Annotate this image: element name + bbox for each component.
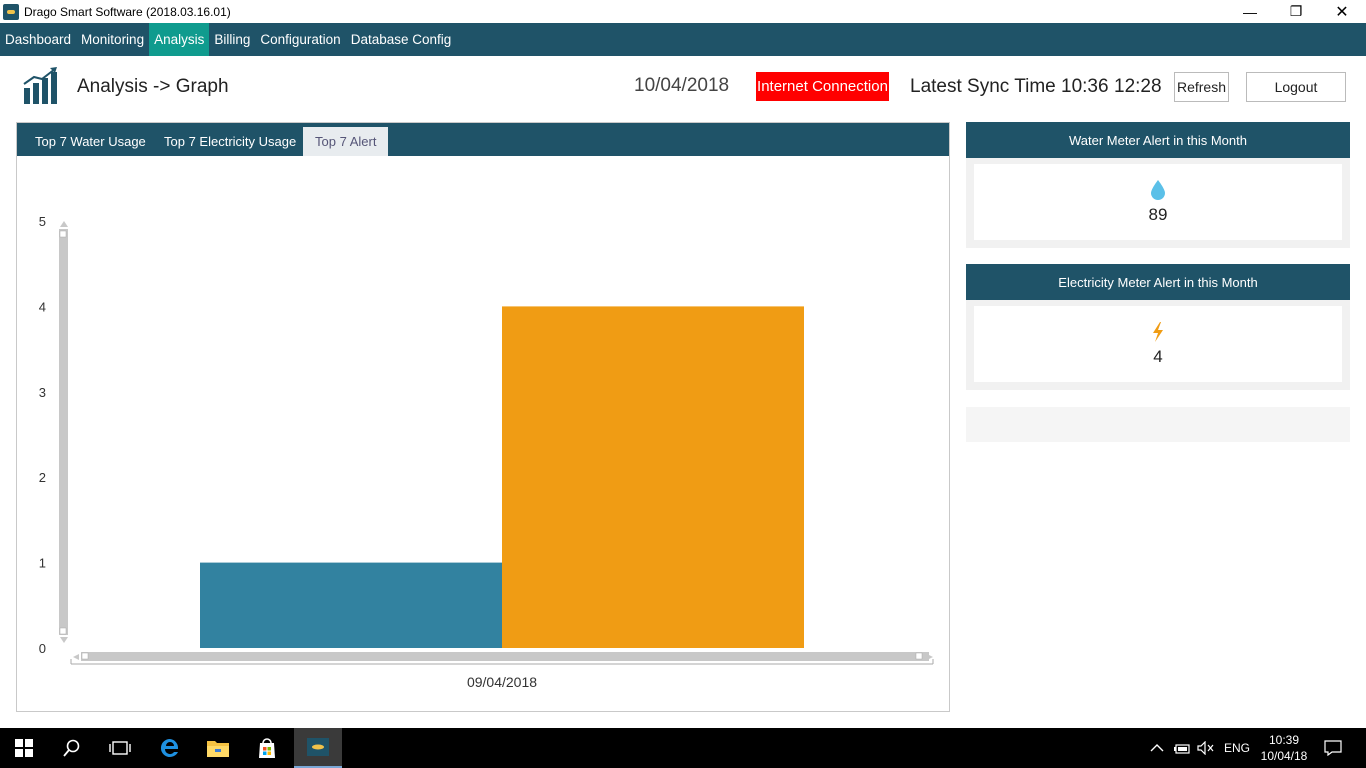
page-title: Analysis -> Graph [77, 76, 229, 97]
search-icon[interactable] [48, 728, 96, 768]
logout-button[interactable]: Logout [1246, 72, 1346, 102]
bar-series-2[interactable] [502, 306, 804, 648]
menu-item-dashboard[interactable]: Dashboard [0, 23, 76, 56]
vertical-scrollbar[interactable] [59, 221, 68, 643]
water-alert-card: 89 [966, 158, 1350, 248]
tab-top-7-electricity-usage[interactable]: Top 7 Electricity Usage [152, 127, 308, 156]
y-tick-label: 1 [39, 556, 46, 571]
page-header: Analysis -> Graph 10/04/2018 Internet Co… [0, 56, 1366, 118]
taskbar-time: 10:39 [1268, 733, 1300, 747]
minimize-button[interactable]: — [1227, 0, 1273, 23]
x-tick-label: 09/04/2018 [467, 674, 537, 690]
graph-panel: Top 7 Water Usage Top 7 Electricity Usag… [16, 122, 950, 712]
chart-logo-icon [23, 67, 57, 104]
language-indicator[interactable]: ENG [1224, 728, 1250, 768]
task-view-icon[interactable] [96, 728, 144, 768]
electricity-alert-card-title: Electricity Meter Alert in this Month [966, 264, 1350, 300]
menu-item-configuration[interactable]: Configuration [255, 23, 345, 56]
menu-bar: Dashboard Monitoring Analysis Billing Co… [0, 23, 1366, 56]
refresh-button[interactable]: Refresh [1174, 72, 1229, 102]
y-axis-ticks: 0 1 2 3 4 5 [39, 214, 46, 656]
bar-series-1[interactable] [200, 562, 502, 648]
battery-network-icon[interactable] [1173, 728, 1191, 768]
y-tick-label: 0 [39, 641, 46, 656]
tab-top-7-water-usage[interactable]: Top 7 Water Usage [23, 127, 158, 156]
horizontal-scrollbar[interactable] [73, 652, 933, 661]
alert-bar-chart: 0 1 2 3 4 5 09/04/2018 [39, 214, 934, 690]
close-button[interactable]: ✕ [1319, 0, 1365, 23]
store-icon[interactable] [243, 728, 291, 768]
title-bar: Drago Smart Software (2018.03.16.01) — ❐… [0, 0, 1366, 23]
electricity-alert-card: 4 [966, 300, 1350, 390]
latest-sync-time: Latest Sync Time 10:36 [910, 76, 1109, 97]
restore-button[interactable]: ❐ [1273, 0, 1319, 23]
tab-top-7-alert[interactable]: Top 7 Alert [303, 127, 389, 156]
electricity-alert-count: 4 [1153, 347, 1163, 366]
water-alert-count: 89 [1148, 205, 1168, 224]
taskbar: ENG 10:39 10/04/18 [0, 728, 1366, 768]
y-tick-label: 4 [39, 299, 46, 314]
y-tick-label: 3 [39, 385, 46, 400]
menu-item-billing[interactable]: Billing [209, 23, 255, 56]
menu-item-monitoring[interactable]: Monitoring [76, 23, 149, 56]
water-drop-icon [1151, 180, 1165, 200]
tab-bar: Top 7 Water Usage Top 7 Electricity Usag… [17, 123, 949, 156]
show-hidden-icons-icon[interactable] [1150, 728, 1164, 768]
taskbar-date: 10/04/18 [1260, 749, 1308, 763]
window-title: Drago Smart Software (2018.03.16.01) [24, 4, 231, 19]
edge-browser-icon[interactable] [146, 728, 194, 768]
clock: 12:28 [1114, 76, 1162, 97]
drago-app-taskbar-icon[interactable] [294, 728, 342, 768]
y-tick-label: 5 [39, 214, 46, 229]
connection-status-badge: Internet Connection [756, 72, 889, 101]
y-tick-label: 2 [39, 470, 46, 485]
lightning-icon [1153, 322, 1163, 342]
water-alert-card-title: Water Meter Alert in this Month [966, 122, 1350, 158]
empty-card [966, 407, 1350, 442]
app-icon [3, 3, 19, 20]
menu-item-analysis[interactable]: Analysis [149, 23, 210, 56]
volume-muted-icon[interactable] [1197, 728, 1215, 768]
bars [200, 306, 804, 648]
taskbar-clock[interactable]: 10:39 10/04/18 [1254, 732, 1314, 764]
current-date: 10/04/2018 [634, 75, 730, 96]
file-explorer-icon[interactable] [194, 728, 242, 768]
x-axis-labels: 09/04/2018 [467, 674, 537, 690]
notifications-icon[interactable] [1324, 728, 1342, 768]
windows-start-icon[interactable] [0, 728, 48, 768]
menu-item-database-config[interactable]: Database Config [346, 23, 457, 56]
